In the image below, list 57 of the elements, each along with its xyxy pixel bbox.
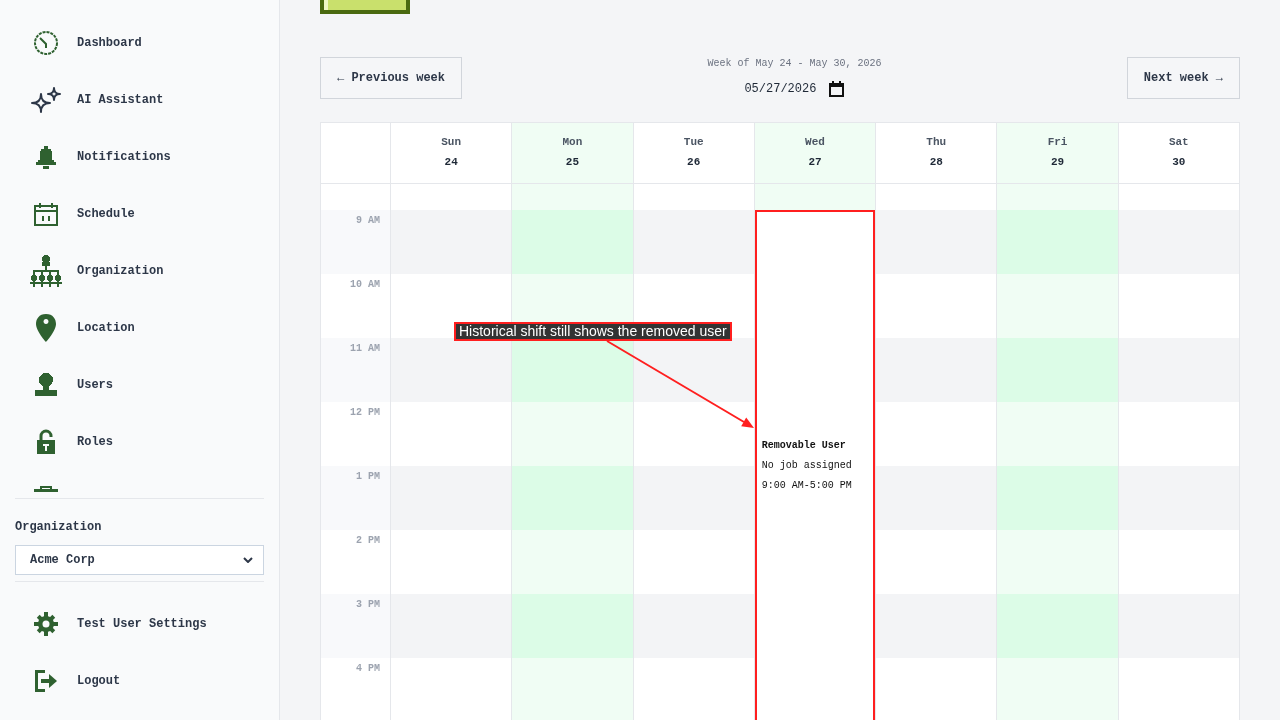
day-number: 24 xyxy=(444,155,458,169)
next-week-button[interactable]: Next week → xyxy=(1126,57,1240,99)
time-label: 11 AM xyxy=(350,343,380,355)
user-icon xyxy=(35,373,57,396)
callout-label: Historical shift still shows the removed user xyxy=(454,322,732,341)
settings-icon xyxy=(34,611,58,636)
bell-icon xyxy=(34,144,58,169)
nav-link[interactable]: Organization xyxy=(30,254,164,287)
weekday-label: Fri xyxy=(1047,135,1068,149)
weekday-label: Sun xyxy=(441,135,462,149)
nav-link[interactable]: Roles xyxy=(30,428,113,455)
weekday-label: Tue xyxy=(683,135,704,149)
weekday-label: Wed xyxy=(805,135,825,149)
previous-week-button[interactable]: ← Previous week xyxy=(320,57,463,99)
shift-job: No job assigned xyxy=(761,459,852,473)
sparkle-icon xyxy=(31,86,61,113)
shift-card[interactable]: Removable User No job assigned 9:00 AM-5:00 PM xyxy=(754,210,876,720)
map-pin-icon xyxy=(36,313,56,342)
nav-link[interactable]: Notifications xyxy=(30,144,171,169)
nav-link[interactable]: Schedule xyxy=(30,201,135,226)
time-label: 9 AM xyxy=(356,215,380,227)
day-number: 25 xyxy=(565,155,579,169)
time-label: 1 PM xyxy=(356,471,380,483)
day-number: 28 xyxy=(929,155,943,169)
time-label: 12 PM xyxy=(350,407,380,419)
weekday-label: Mon xyxy=(562,135,583,149)
logout-icon xyxy=(35,669,57,692)
nav-link[interactable]: AI Assistant xyxy=(30,86,164,113)
date-field[interactable]: 05/27/2026 xyxy=(744,79,845,99)
time-label: 3 PM xyxy=(356,599,380,611)
organization-select[interactable]: Acme Corp xyxy=(15,545,264,575)
day-number: 27 xyxy=(808,155,822,169)
org-chart-icon xyxy=(30,254,62,287)
logo-icon xyxy=(320,0,410,14)
nav-link[interactable]: Users xyxy=(30,373,113,396)
calendar-icon xyxy=(829,81,845,97)
weekday-label: Thu xyxy=(926,135,947,149)
day-number: 30 xyxy=(1172,155,1186,169)
shift-name: Removable User xyxy=(761,439,846,453)
nav-link[interactable]: Test User Settings xyxy=(30,611,207,636)
chevron-down-icon xyxy=(243,557,253,563)
calendar-icon xyxy=(34,201,58,226)
nav-link[interactable]: Location xyxy=(30,313,135,342)
day-number: 26 xyxy=(687,155,701,169)
briefcase-icon xyxy=(34,486,58,492)
time-label: 2 PM xyxy=(356,535,380,547)
shift-time: 9:00 AM-5:00 PM xyxy=(761,479,852,493)
time-label: 4 PM xyxy=(356,663,380,675)
nav-link[interactable]: Dashboard xyxy=(30,30,142,55)
week-range-label: Week of May 24 - May 30, 2026 xyxy=(707,57,882,71)
organization-label: Organization xyxy=(15,519,102,535)
gauge-icon xyxy=(34,30,58,55)
day-number: 29 xyxy=(1050,155,1065,169)
time-label: 10 AM xyxy=(350,279,380,291)
padlock-icon xyxy=(36,428,56,455)
weekday-label: Sat xyxy=(1168,135,1189,149)
nav-link[interactable]: Logout xyxy=(30,669,121,692)
